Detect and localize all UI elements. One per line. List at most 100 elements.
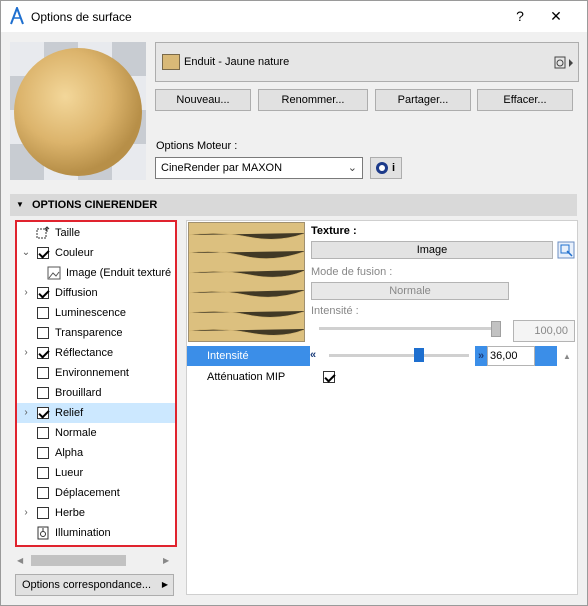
relief-intensity-value[interactable]: 36,00 bbox=[487, 346, 535, 366]
expand-closed-icon[interactable]: › bbox=[20, 343, 32, 363]
tree-item-checkbox[interactable] bbox=[37, 327, 49, 339]
tree-item[interactable]: Lueur bbox=[17, 463, 175, 483]
tree-item[interactable]: ⌄ Couleur bbox=[17, 243, 175, 263]
tree-item-checkbox[interactable] bbox=[37, 467, 49, 479]
tree-item-checkbox[interactable] bbox=[37, 287, 49, 299]
tree-item[interactable]: Image (Enduit texturé bbox=[17, 263, 175, 283]
tree-item[interactable]: Alpha bbox=[17, 443, 175, 463]
archicad-logo-icon bbox=[10, 7, 24, 25]
relief-intensity-label-cell: Intensité « bbox=[187, 346, 316, 366]
tree-item[interactable]: Illumination bbox=[17, 523, 175, 543]
scroll-up-icon[interactable]: ▲ bbox=[563, 352, 571, 361]
material-name: Enduit - Jaune nature bbox=[184, 56, 290, 68]
tree-item-label: Relief bbox=[55, 407, 84, 419]
blend-mode-select[interactable]: Normale bbox=[311, 282, 509, 300]
scroll-right-icon[interactable]: ▶ bbox=[163, 556, 169, 565]
relief-intensity-track[interactable] bbox=[329, 354, 469, 357]
tree-item-label: Brouillard bbox=[55, 387, 102, 399]
tree-item-label: Alpha bbox=[55, 447, 84, 459]
tree-item-label: Lueur bbox=[55, 467, 84, 479]
mip-label: Atténuation MIP bbox=[207, 371, 286, 383]
tree-item[interactable]: › Herbe bbox=[17, 503, 175, 523]
browse-texture-icon[interactable] bbox=[557, 241, 575, 259]
new-button[interactable]: Nouveau... bbox=[155, 89, 251, 111]
tree-item-checkbox[interactable] bbox=[37, 427, 49, 439]
scroll-thumb[interactable] bbox=[31, 555, 126, 566]
rename-button[interactable]: Renommer... bbox=[258, 89, 368, 111]
tree-item-checkbox[interactable] bbox=[37, 307, 49, 319]
tree-item[interactable]: › Réflectance bbox=[17, 343, 175, 363]
tree-item[interactable]: Déplacement bbox=[17, 483, 175, 503]
tree-item-checkbox[interactable] bbox=[37, 367, 49, 379]
slider-max-icon[interactable]: » bbox=[475, 346, 487, 366]
tree-item-label: Diffusion bbox=[55, 287, 98, 299]
tree-item[interactable]: Environnement bbox=[17, 363, 175, 383]
texture-intensity-value[interactable]: 100,00 bbox=[513, 320, 575, 342]
tree-item-checkbox[interactable] bbox=[37, 247, 49, 259]
scroll-left-icon[interactable]: ◀ bbox=[17, 556, 23, 565]
tree-item-label: Couleur bbox=[55, 247, 94, 259]
engine-info-button[interactable]: i bbox=[370, 157, 402, 179]
texture-label: Texture : bbox=[311, 225, 357, 237]
size-icon bbox=[36, 226, 50, 239]
tree-item-label: Normale bbox=[55, 427, 97, 439]
illumination-icon bbox=[37, 526, 49, 540]
tree-item-checkbox[interactable] bbox=[37, 447, 49, 459]
section-title: OPTIONS CINERENDER bbox=[32, 199, 158, 211]
tree-item[interactable]: Normale bbox=[17, 423, 175, 443]
engine-value: CineRender par MAXON bbox=[161, 162, 283, 174]
tree-item-checkbox[interactable] bbox=[37, 407, 49, 419]
expand-open-icon[interactable]: ⌄ bbox=[20, 243, 32, 263]
info-label: i bbox=[392, 162, 396, 174]
tree-item-label: Luminescence bbox=[55, 307, 126, 319]
dialog-window: Options de surface ? ✕ Enduit - Jaune na… bbox=[0, 0, 588, 606]
tree-item[interactable]: Brouillard bbox=[17, 383, 175, 403]
tree-item-label: Taille bbox=[55, 227, 81, 239]
collapse-triangle-icon: ▼ bbox=[16, 200, 24, 209]
mip-checkbox[interactable] bbox=[323, 371, 335, 383]
engine-select[interactable]: CineRender par MAXON ⌄ bbox=[155, 157, 363, 179]
texture-image-button[interactable]: Image bbox=[311, 241, 553, 259]
texture-intensity-thumb[interactable] bbox=[491, 321, 501, 337]
match-options-button[interactable]: Options correspondance... ▶ bbox=[15, 574, 174, 596]
tree-item-label: Déplacement bbox=[55, 487, 120, 499]
texture-preview bbox=[188, 222, 305, 342]
material-name-bar[interactable]: Enduit - Jaune nature bbox=[155, 42, 579, 82]
tree-item-label: Environnement bbox=[55, 367, 129, 379]
tree-item[interactable]: Taille bbox=[17, 223, 175, 243]
blend-mode-label: Mode de fusion : bbox=[311, 266, 393, 278]
relief-intensity-thumb[interactable] bbox=[414, 348, 425, 362]
texture-intensity-label: Intensité : bbox=[311, 305, 359, 317]
slider-min-icon[interactable]: « bbox=[310, 349, 316, 361]
expand-closed-icon[interactable]: › bbox=[20, 403, 32, 423]
share-button[interactable]: Partager... bbox=[375, 89, 471, 111]
tree-item-checkbox[interactable] bbox=[37, 507, 49, 519]
tree-item-checkbox[interactable] bbox=[37, 347, 49, 359]
tree-item-checkbox[interactable] bbox=[37, 487, 49, 499]
material-library-icon[interactable] bbox=[554, 55, 574, 71]
engine-label: Options Moteur : bbox=[156, 140, 238, 152]
tree-item-checkbox[interactable] bbox=[37, 387, 49, 399]
material-preview bbox=[10, 42, 146, 180]
expand-closed-icon[interactable]: › bbox=[20, 503, 32, 523]
chevron-down-icon: ⌄ bbox=[347, 162, 357, 174]
close-button[interactable]: ✕ bbox=[541, 5, 571, 29]
tree-item[interactable]: Luminescence bbox=[17, 303, 175, 323]
tree-item-label: Illumination bbox=[55, 527, 111, 539]
tree-item-label: Herbe bbox=[55, 507, 85, 519]
image-icon bbox=[47, 266, 61, 280]
tree-item-label: Image (Enduit texturé bbox=[66, 267, 172, 279]
section-header[interactable]: ▼ OPTIONS CINERENDER bbox=[10, 194, 577, 216]
cinema4d-icon bbox=[376, 162, 388, 174]
tree-horizontal-scrollbar[interactable]: ◀ ▶ bbox=[15, 552, 177, 569]
tree-item-label: Réflectance bbox=[55, 347, 114, 359]
match-options-label: Options correspondance... bbox=[22, 579, 152, 591]
delete-button[interactable]: Effacer... bbox=[477, 89, 573, 111]
help-button[interactable]: ? bbox=[505, 5, 535, 29]
texture-intensity-track[interactable] bbox=[319, 327, 499, 330]
relief-row-end bbox=[535, 346, 557, 366]
expand-closed-icon[interactable]: › bbox=[20, 283, 32, 303]
tree-item[interactable]: › Diffusion bbox=[17, 283, 175, 303]
tree-item[interactable]: › Relief bbox=[17, 403, 175, 423]
tree-item[interactable]: Transparence bbox=[17, 323, 175, 343]
